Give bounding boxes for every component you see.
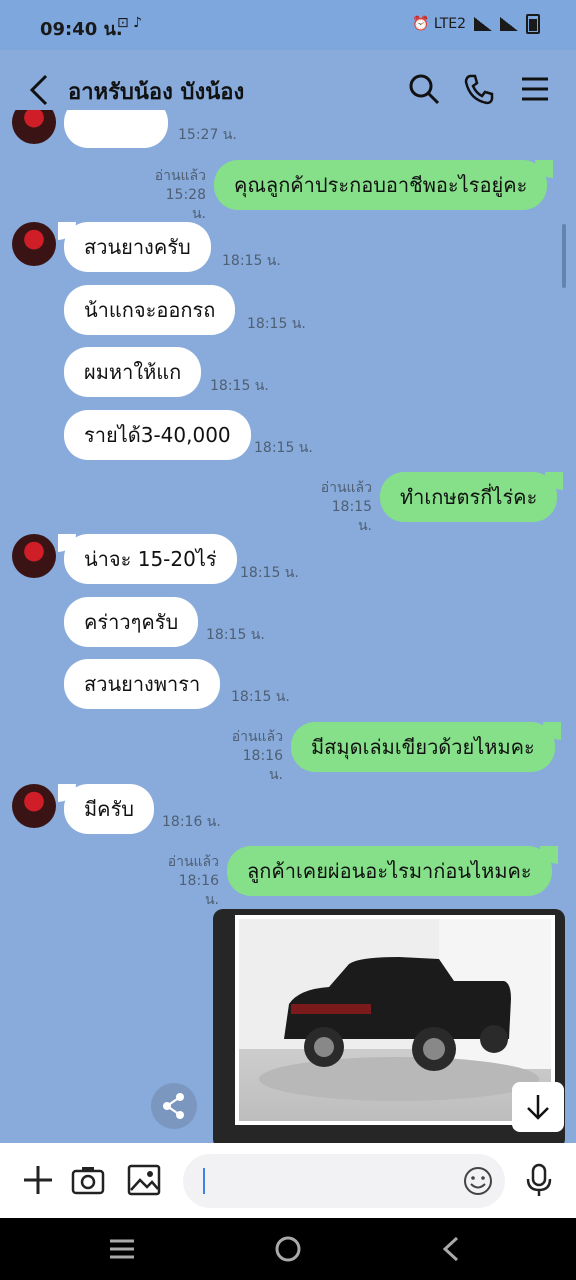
arrow-down-icon [527, 1095, 549, 1120]
message-time: 18:16 น. [162, 814, 221, 830]
microphone-icon[interactable] [522, 1163, 556, 1197]
read-receipt: อ่านแล้ว [167, 854, 219, 870]
photo-frame [235, 915, 555, 1125]
message-time: 18:16 น. [178, 873, 219, 908]
read-receipt: อ่านแล้ว [154, 168, 206, 184]
chat-screen: 09:40 น. ⊡ ♪ ⏰ LTE2 อาหรับน้อง บังน้อง 1… [0, 0, 576, 1280]
message-bubble-outgoing[interactable]: ทำเกษตรกี่ไร่คะ [380, 472, 564, 522]
message-bubble-outgoing[interactable]: คุณลูกค้าประกอบอาชีพอะไรอยู่คะ [214, 160, 554, 210]
message-text: น้าแกจะออกรถ [84, 298, 216, 322]
avatar[interactable] [12, 110, 56, 144]
image-gallery-icon[interactable] [127, 1163, 161, 1197]
read-receipt: อ่านแล้ว [231, 729, 283, 745]
search-icon[interactable] [407, 72, 441, 106]
message-bubble-incoming[interactable]: สวนยางครับ [58, 222, 211, 272]
message-time: 18:15 น. [254, 440, 313, 456]
message-bubble-incoming[interactable]: รายได้3-40,000 [64, 410, 251, 460]
message-time: 18:16 น. [242, 748, 283, 783]
avatar[interactable] [12, 784, 56, 828]
message-bubble-incoming[interactable]: มีครับ [58, 784, 154, 834]
message-text: มีสมุดเล่มเขียวด้วยไหมคะ [311, 735, 535, 759]
scrollbar[interactable] [562, 224, 566, 288]
notification-icons: ⊡ ♪ [117, 15, 143, 31]
message-time: 18:15 น. [206, 627, 265, 643]
message-time: 15:27 น. [178, 127, 237, 143]
recent-apps-icon[interactable] [108, 1238, 136, 1260]
share-button[interactable] [151, 1083, 197, 1129]
message-text: รายได้3-40,000 [84, 423, 231, 447]
status-right-icons: ⏰ LTE2 [412, 14, 540, 34]
system-navigation-bar [0, 1218, 576, 1280]
read-receipt: อ่านแล้ว [320, 480, 372, 496]
message-text: คร่าวๆครับ [84, 610, 179, 634]
avatar[interactable] [12, 534, 56, 578]
message-bubble-outgoing[interactable]: มีสมุดเล่มเขียวด้วยไหมคะ [291, 722, 561, 772]
back-arrow-icon[interactable] [26, 72, 56, 108]
emoji-icon[interactable] [463, 1166, 493, 1196]
camera-icon[interactable] [71, 1163, 105, 1197]
message-time: 18:15 น. [222, 253, 281, 269]
message-time: 18:15 น. [247, 316, 306, 332]
share-icon [163, 1093, 184, 1119]
message-input[interactable] [183, 1154, 505, 1208]
message-time: 18:15 น. [331, 499, 372, 534]
message-text: มีครับ [84, 797, 134, 821]
message-text: ทำเกษตรกี่ไร่คะ [400, 485, 538, 509]
message-composer [0, 1143, 576, 1218]
back-nav-icon[interactable] [440, 1236, 462, 1262]
alarm-and-network-icons: ⏰ LTE2 [411, 16, 466, 32]
status-time: 09:40 น. [40, 19, 123, 40]
message-text: ผมหาให้แก [84, 360, 182, 384]
message-bubble-incoming[interactable]: สวนยางพารา [64, 659, 221, 709]
scroll-to-bottom-button[interactable] [512, 1082, 564, 1132]
message-list[interactable]: 15:27 น. อ่านแล้ว 15:28 น. คุณลูกค้าประก… [0, 110, 576, 1143]
message-bubble-incoming[interactable]: น่าจะ 15-20ไร่ [58, 534, 237, 584]
message-text: ลูกค้าเคยผ่อนอะไรมาก่อนไหมคะ [247, 859, 532, 883]
message-time: 15:28 น. [165, 187, 206, 222]
message-time: 18:15 น. [210, 378, 269, 394]
home-icon[interactable] [274, 1235, 302, 1263]
signal-icon [474, 17, 492, 31]
message-bubble-incoming[interactable]: น้าแกจะออกรถ [64, 285, 236, 335]
chat-title: อาหรับน้อง บังน้อง [68, 80, 245, 105]
car-photo[interactable] [239, 919, 551, 1121]
battery-icon [526, 14, 540, 34]
text-cursor [203, 1168, 205, 1194]
message-time: 18:15 น. [240, 565, 299, 581]
menu-icon[interactable] [518, 72, 552, 106]
message-text: คุณลูกค้าประกอบอาชีพอะไรอยู่คะ [234, 173, 528, 197]
plus-icon[interactable] [21, 1163, 55, 1197]
avatar[interactable] [12, 222, 56, 266]
message-bubble-incoming[interactable] [64, 110, 168, 148]
message-text: สวนยางครับ [84, 235, 191, 259]
signal-icon-2 [500, 17, 518, 31]
message-text: สวนยางพารา [84, 672, 201, 696]
phone-icon[interactable] [462, 72, 496, 106]
status-bar: 09:40 น. ⊡ ♪ ⏰ LTE2 [0, 0, 576, 50]
message-time: 18:15 น. [231, 689, 290, 705]
message-text: น่าจะ 15-20ไร่ [84, 547, 217, 571]
message-bubble-incoming[interactable]: ผมหาให้แก [64, 347, 202, 397]
message-bubble-incoming[interactable]: คร่าวๆครับ [64, 597, 199, 647]
car-image-icon [239, 919, 551, 1101]
message-bubble-outgoing[interactable]: ลูกค้าเคยผ่อนอะไรมาก่อนไหมคะ [227, 846, 558, 896]
